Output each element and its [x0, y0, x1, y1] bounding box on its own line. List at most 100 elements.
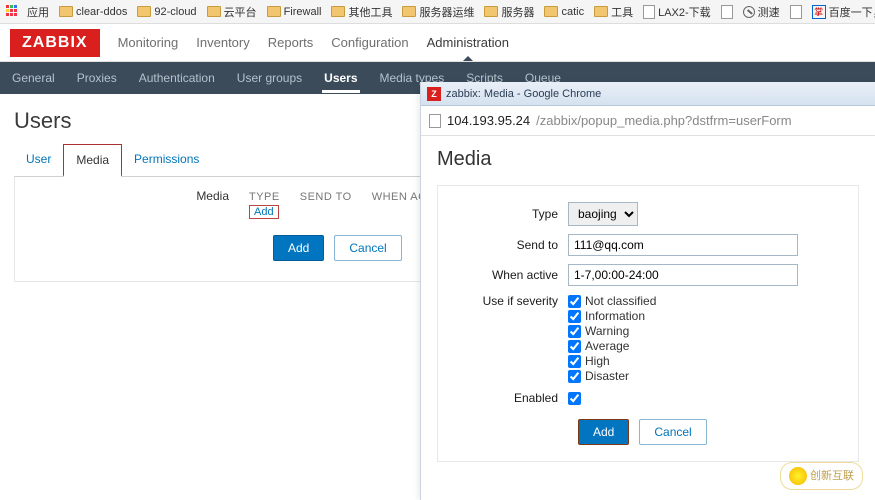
col-type: TYPE [249, 191, 298, 203]
folder-icon [331, 6, 345, 17]
bookmark-label: 其他工具 [348, 4, 392, 20]
media-label: Media [29, 189, 229, 203]
bookmark-folder[interactable]: clear-ddos [59, 6, 127, 18]
cancel-button[interactable]: Cancel [334, 235, 401, 261]
bookmark-item[interactable]: LAX2-下载 [643, 4, 711, 20]
sendto-input[interactable] [568, 234, 798, 256]
url-host: 104.193.95.24 [447, 113, 530, 128]
bookmark-folder[interactable]: 其他工具 [331, 4, 392, 20]
bookmark-folder[interactable]: 92-cloud [137, 6, 196, 18]
gauge-icon [743, 6, 755, 18]
sev-checkbox[interactable] [568, 295, 581, 308]
bookmark-label: 服务器 [501, 4, 534, 20]
document-icon [643, 5, 655, 19]
bookmark-folder[interactable]: catic [544, 6, 584, 18]
popup-cancel-button[interactable]: Cancel [639, 419, 706, 445]
popup-title: zabbix: Media - Google Chrome [446, 88, 601, 100]
sev-warning[interactable]: Warning [568, 324, 656, 338]
bookmark-label: Firewall [284, 6, 322, 18]
nav-administration[interactable]: Administration [427, 35, 509, 50]
popup-urlbar[interactable]: 104.193.95.24/zabbix/popup_media.php?dst… [421, 106, 875, 136]
sev-text: Not classified [585, 294, 656, 308]
watermark-icon [789, 467, 807, 485]
bookmark-folder[interactable]: 服务器 [484, 4, 534, 20]
popup-titlebar[interactable]: Z zabbix: Media - Google Chrome [421, 82, 875, 106]
bookmark-label: 92-cloud [154, 6, 196, 18]
nav-monitoring[interactable]: Monitoring [118, 35, 179, 50]
bookmark-label: 云平台 [224, 4, 257, 20]
bookmark-label: catic [561, 6, 584, 18]
bookmark-item[interactable]: 掌百度一下，你就知道 [812, 4, 875, 20]
add-media-link[interactable]: Add [249, 205, 279, 219]
sev-checkbox[interactable] [568, 355, 581, 368]
popup-content: Media Type baojing Send to When active U… [421, 136, 875, 474]
zabbix-icon: Z [427, 87, 441, 101]
subnav-general[interactable]: General [10, 63, 57, 93]
folder-icon [267, 6, 281, 17]
bookmark-folder[interactable]: 服务器运维 [402, 4, 474, 20]
apps-label[interactable]: 应用 [27, 4, 49, 20]
sev-notclassified[interactable]: Not classified [568, 294, 656, 308]
bookmark-item[interactable]: 测速 [743, 4, 780, 20]
subnav-usergroups[interactable]: User groups [235, 63, 304, 93]
sev-average[interactable]: Average [568, 339, 656, 353]
logo[interactable]: ZABBIX [10, 29, 100, 57]
bookmark-label: 测速 [758, 4, 780, 20]
sev-checkbox[interactable] [568, 340, 581, 353]
subnav-users[interactable]: Users [322, 63, 359, 93]
popup-form: Type baojing Send to When active Use if … [437, 185, 859, 462]
nav-reports[interactable]: Reports [268, 35, 314, 50]
sev-high[interactable]: High [568, 354, 656, 368]
bookmark-folder[interactable]: Firewall [267, 6, 322, 18]
apps-icon[interactable] [6, 5, 17, 19]
sev-text: Warning [585, 324, 629, 338]
type-select[interactable]: baojing [568, 202, 638, 226]
folder-icon [484, 6, 498, 17]
url-path: /zabbix/popup_media.php?dstfrm=userForm [536, 113, 791, 128]
add-button[interactable]: Add [273, 235, 324, 261]
subnav-authentication[interactable]: Authentication [137, 63, 217, 93]
sendto-label: Send to [438, 238, 568, 252]
popup-heading: Media [437, 148, 859, 171]
watermark: 创新互联 [780, 462, 863, 490]
bookmark-item[interactable] [790, 5, 802, 19]
folder-icon [402, 6, 416, 17]
popup-add-button[interactable]: Add [578, 419, 629, 445]
sev-text: Disaster [585, 369, 629, 383]
bookmark-folder[interactable]: 工具 [594, 4, 633, 20]
bookmark-label: LAX2-下载 [658, 4, 711, 20]
enabled-checkbox[interactable] [568, 392, 581, 405]
bookmark-label: 工具 [611, 4, 633, 20]
whenactive-input[interactable] [568, 264, 798, 286]
nav-inventory[interactable]: Inventory [196, 35, 249, 50]
whenactive-label: When active [438, 268, 568, 282]
folder-icon [137, 6, 151, 17]
folder-icon [594, 6, 608, 17]
sev-information[interactable]: Information [568, 309, 656, 323]
bookmark-label: clear-ddos [76, 6, 127, 18]
page-icon [429, 114, 441, 128]
document-icon [721, 5, 733, 19]
tab-permissions[interactable]: Permissions [122, 144, 211, 176]
document-icon [790, 5, 802, 19]
sev-checkbox[interactable] [568, 310, 581, 323]
sev-text: Average [585, 339, 629, 353]
nav-configuration[interactable]: Configuration [331, 35, 408, 50]
sev-text: High [585, 354, 610, 368]
tab-user[interactable]: User [14, 144, 63, 176]
bookmark-item[interactable] [721, 5, 733, 19]
sev-checkbox[interactable] [568, 370, 581, 383]
sev-checkbox[interactable] [568, 325, 581, 338]
bookmark-folder[interactable]: 云平台 [207, 4, 257, 20]
subnav-proxies[interactable]: Proxies [75, 63, 119, 93]
severity-label: Use if severity [438, 294, 568, 308]
col-sendto: SEND TO [300, 191, 370, 203]
baidu-icon: 掌 [812, 5, 826, 19]
tab-media[interactable]: Media [63, 144, 122, 177]
folder-icon [207, 6, 221, 17]
sev-disaster[interactable]: Disaster [568, 369, 656, 383]
popup-window: Z zabbix: Media - Google Chrome 104.193.… [420, 82, 875, 500]
enabled-label: Enabled [438, 391, 568, 405]
watermark-text: 创新互联 [810, 470, 854, 482]
severity-list: Not classified Information Warning Avera… [568, 294, 656, 383]
